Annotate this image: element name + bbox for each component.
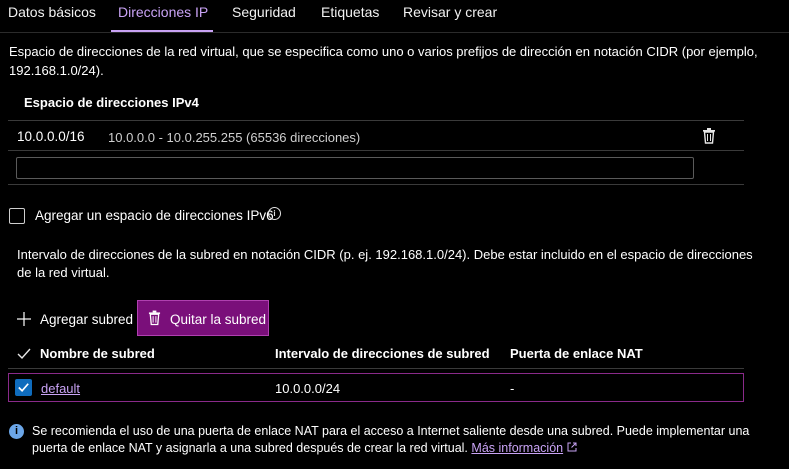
- tab-direcciones-ip[interactable]: Direcciones IP: [118, 4, 208, 20]
- divider: [8, 368, 744, 369]
- external-link-icon: [567, 441, 577, 455]
- remove-subnet-label: Quitar la subred: [170, 312, 267, 327]
- address-space-header: Espacio de direcciones IPv4: [24, 95, 199, 110]
- ipv6-checkbox[interactable]: [9, 208, 25, 224]
- divider: [8, 120, 744, 121]
- subnet-description: Intervalo de direcciones de la subred en…: [17, 247, 753, 280]
- nat-recommendation-note: Se recomienda el uso de una puerta de en…: [32, 423, 752, 457]
- tab-seguridad[interactable]: Seguridad: [232, 4, 296, 20]
- checkmark-icon: [18, 383, 29, 393]
- select-all-checkmark-icon[interactable]: [16, 346, 32, 365]
- address-space-description: Espacio de direcciones de la red virtual…: [9, 44, 758, 78]
- row-checkbox[interactable]: [15, 379, 32, 396]
- tabs-divider: [0, 32, 789, 33]
- tab-revisar-y-crear[interactable]: Revisar y crear: [403, 4, 497, 20]
- column-header-nat[interactable]: Puerta de enlace NAT: [510, 346, 643, 361]
- table-row[interactable]: [8, 373, 744, 402]
- add-subnet-label: Agregar subred: [40, 312, 134, 327]
- tab-datos-basicos[interactable]: Datos básicos: [8, 4, 96, 20]
- address-space-cidr: 10.0.0.0/16: [17, 129, 85, 144]
- column-header-range[interactable]: Intervalo de direcciones de subred: [275, 346, 490, 361]
- new-address-space-input[interactable]: [16, 157, 694, 179]
- address-space-range: 10.0.0.0 - 10.0.255.255 (65536 direccion…: [108, 130, 361, 145]
- divider: [8, 184, 744, 185]
- note-text: Se recomienda el uso de una puerta de en…: [32, 424, 750, 455]
- remove-subnet-button[interactable]: Quitar la subred: [137, 300, 269, 336]
- more-info-link[interactable]: Más información: [471, 441, 563, 455]
- subnet-nat-cell: -: [510, 381, 515, 396]
- subnet-name-link[interactable]: default: [41, 381, 80, 396]
- active-tab-indicator: [111, 30, 213, 32]
- delete-address-space-icon[interactable]: [702, 128, 716, 147]
- column-header-name[interactable]: Nombre de subred: [40, 346, 155, 361]
- info-icon[interactable]: i: [268, 207, 281, 220]
- divider: [8, 150, 744, 151]
- info-icon: i: [9, 424, 24, 439]
- trash-icon: [148, 310, 161, 329]
- tab-etiquetas[interactable]: Etiquetas: [321, 4, 379, 20]
- subnet-range-cell: 10.0.0.0/24: [275, 381, 341, 396]
- ipv6-label: Agregar un espacio de direcciones IPv6: [35, 208, 274, 223]
